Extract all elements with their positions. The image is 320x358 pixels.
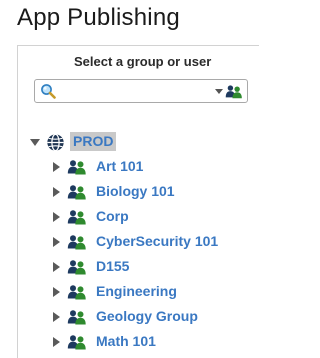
search-icon xyxy=(41,84,56,99)
expand-arrow-icon[interactable] xyxy=(53,212,60,222)
tree-item-biology-101[interactable]: Biology 101 xyxy=(53,181,253,203)
tree-item-label[interactable]: Math 101 xyxy=(96,333,156,350)
expand-arrow-icon[interactable] xyxy=(53,312,60,322)
user-group-icon xyxy=(67,335,86,350)
tree-root-prod[interactable]: PROD xyxy=(30,131,250,153)
tree-item-label[interactable]: Art 101 xyxy=(96,158,143,175)
globe-icon xyxy=(47,133,64,152)
user-group-icon xyxy=(67,185,86,200)
tree-item-corp[interactable]: Corp xyxy=(53,206,253,228)
group-user-search-combobox[interactable] xyxy=(34,79,248,103)
collapse-arrow-icon[interactable] xyxy=(30,139,40,146)
expand-arrow-icon[interactable] xyxy=(53,337,60,347)
tree-item-art-101[interactable]: Art 101 xyxy=(53,156,253,178)
search-input[interactable] xyxy=(59,82,209,100)
user-group-icon xyxy=(67,160,86,175)
tree-item-label[interactable]: Corp xyxy=(96,208,129,225)
group-user-selector-panel: Select a group or user PROD Art 101 Biol… xyxy=(17,45,259,358)
expand-arrow-icon[interactable] xyxy=(53,187,60,197)
tree-item-math-101[interactable]: Math 101 xyxy=(53,331,253,353)
user-group-icon xyxy=(67,210,86,225)
user-group-icon xyxy=(67,310,86,325)
expand-arrow-icon[interactable] xyxy=(53,262,60,272)
expand-arrow-icon[interactable] xyxy=(53,237,60,247)
page-title: App Publishing xyxy=(17,4,180,31)
selector-label: Select a group or user xyxy=(74,54,212,69)
tree-item-engineering[interactable]: Engineering xyxy=(53,281,253,303)
user-group-icon[interactable] xyxy=(225,84,243,99)
user-group-icon xyxy=(67,260,86,275)
tree-item-cybersecurity-101[interactable]: CyberSecurity 101 xyxy=(53,231,253,253)
tree-root-label[interactable]: PROD xyxy=(70,132,117,151)
expand-arrow-icon[interactable] xyxy=(53,162,60,172)
user-group-icon xyxy=(67,235,86,250)
tree-item-label[interactable]: Biology 101 xyxy=(96,183,175,200)
tree-item-geology-group[interactable]: Geology Group xyxy=(53,306,253,328)
tree-item-d155[interactable]: D155 xyxy=(53,256,253,278)
dropdown-arrow-icon[interactable] xyxy=(215,89,223,94)
user-group-icon xyxy=(67,285,86,300)
expand-arrow-icon[interactable] xyxy=(53,287,60,297)
tree-item-label[interactable]: CyberSecurity 101 xyxy=(96,233,218,250)
tree-item-label[interactable]: Geology Group xyxy=(96,308,198,325)
tree-item-label[interactable]: Engineering xyxy=(96,283,177,300)
tree-item-label[interactable]: D155 xyxy=(96,258,129,275)
